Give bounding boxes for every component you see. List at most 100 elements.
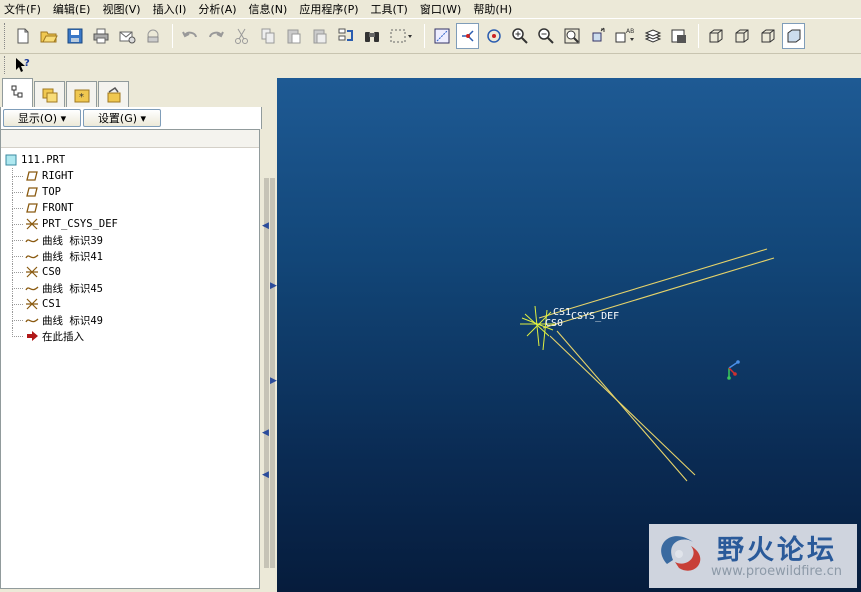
no-hidden-button[interactable] <box>756 23 779 49</box>
repaint-icon <box>434 28 449 44</box>
spin-center-icon <box>461 30 474 42</box>
paste-special-icon <box>313 29 326 44</box>
send-mail-button[interactable] <box>115 23 138 49</box>
tree-node-label: FRONT <box>42 202 74 214</box>
collapse-left-arrow-icon[interactable]: ◀ <box>262 428 269 438</box>
tree-node-curve-49[interactable]: 曲线 标识49 <box>1 312 259 328</box>
show-dropdown[interactable]: 显示(O) ▾ <box>3 109 81 127</box>
tree-node-label: CS1 <box>42 298 61 310</box>
tab-connections[interactable] <box>98 81 129 107</box>
menu-file[interactable]: 文件(F) <box>4 1 41 17</box>
repaint-button[interactable] <box>430 23 453 49</box>
hidden-line-button[interactable] <box>730 23 753 49</box>
orient-mode-button[interactable] <box>482 23 505 49</box>
tree-node-cs1[interactable]: CS1 <box>1 296 259 312</box>
layers-icon <box>644 29 661 43</box>
menu-insert[interactable]: 插入(I) <box>153 1 187 17</box>
model-graphics <box>520 248 775 482</box>
zoom-out-button[interactable] <box>534 23 557 49</box>
shading-button[interactable] <box>704 23 727 49</box>
reorient-button[interactable] <box>586 23 609 49</box>
splitter-bar[interactable] <box>270 178 275 568</box>
tree-node-curve-41[interactable]: 曲线 标识41 <box>1 248 259 264</box>
save-icon <box>67 28 82 44</box>
view-manager-button[interactable] <box>667 23 690 49</box>
menu-analysis[interactable]: 分析(A) <box>198 1 236 17</box>
scissors-icon <box>234 28 248 44</box>
new-file-button[interactable] <box>11 23 34 49</box>
open-folder-icon <box>40 31 58 43</box>
splitter-bar[interactable] <box>264 178 269 568</box>
watermark-url: www.proewildfire.cn <box>711 564 842 579</box>
watermark-title: 野火论坛 <box>717 535 837 566</box>
csys-icon <box>25 217 39 231</box>
tree-root-node[interactable]: 111.PRT <box>1 152 259 168</box>
tree-node-cs0[interactable]: CS0 <box>1 264 259 280</box>
tree-node-label: RIGHT <box>42 170 74 182</box>
saved-views-button[interactable]: AB <box>612 23 638 49</box>
collapse-left-arrow-icon[interactable]: ◀ <box>262 470 269 480</box>
hidden-line-cube-icon <box>735 29 748 43</box>
menu-tools[interactable]: 工具(T) <box>371 1 408 17</box>
toolbar-grip[interactable] <box>4 23 7 49</box>
settings-dropdown[interactable]: 设置(G) ▾ <box>83 109 161 127</box>
shade-mode-button[interactable] <box>782 23 805 49</box>
expand-right-arrow-icon[interactable]: ▶ <box>270 281 277 291</box>
regenerate-icon <box>338 28 353 41</box>
toolbar-separator <box>172 24 173 48</box>
forum-watermark: 野火论坛 www.proewildfire.cn <box>649 524 857 588</box>
open-file-button[interactable] <box>37 23 60 49</box>
part-icon <box>4 153 18 167</box>
toolbar-grip[interactable] <box>4 56 7 74</box>
menu-window[interactable]: 窗口(W) <box>420 1 461 17</box>
spin-center-button[interactable] <box>456 23 479 49</box>
tree-node-label: PRT_CSYS_DEF <box>42 218 118 230</box>
saved-views-icon: AB <box>615 28 634 43</box>
whats-this-button[interactable]: ? <box>11 55 34 75</box>
tree-node-curve-39[interactable]: 曲线 标识39 <box>1 232 259 248</box>
tab-folder-browser[interactable] <box>34 81 65 107</box>
paste-special-button[interactable] <box>308 23 331 49</box>
cut-button[interactable] <box>230 23 253 49</box>
tree-node-right[interactable]: RIGHT <box>1 168 259 184</box>
tree-node-curve-45[interactable]: 曲线 标识45 <box>1 280 259 296</box>
regenerate-button[interactable] <box>334 23 357 49</box>
layers-button[interactable] <box>641 23 664 49</box>
menu-info[interactable]: 信息(N) <box>249 1 288 17</box>
select-box-button[interactable] <box>386 23 416 49</box>
menu-applications[interactable]: 应用程序(P) <box>299 1 358 17</box>
graphics-viewport[interactable]: CS1 CS0 CSYS_DEF 野火论坛 www.proewildfire.c… <box>277 78 861 592</box>
menu-edit[interactable]: 编辑(E) <box>53 1 91 17</box>
tree-node-front[interactable]: FRONT <box>1 200 259 216</box>
print-button[interactable] <box>89 23 112 49</box>
panel-splitter[interactable]: ◀ ▶ ▶ ◀ ◀ <box>262 78 277 592</box>
zoom-in-button[interactable] <box>508 23 531 49</box>
watermark-logo-icon <box>661 536 701 571</box>
tab-favorites[interactable]: * <box>66 81 97 107</box>
curve-lower[interactable] <box>549 330 696 482</box>
expand-right-arrow-icon[interactable]: ▶ <box>270 376 277 386</box>
send-link-button[interactable] <box>141 23 164 49</box>
menu-view[interactable]: 视图(V) <box>102 1 140 17</box>
menu-help[interactable]: 帮助(H) <box>473 1 512 17</box>
save-button[interactable] <box>63 23 86 49</box>
tree-node-label: 曲线 标识45 <box>42 282 103 295</box>
wireframe-cube-icon <box>709 29 722 43</box>
tab-model-tree[interactable] <box>2 78 33 107</box>
undo-icon <box>181 31 197 38</box>
tree-node-prt-csys-def[interactable]: PRT_CSYS_DEF <box>1 216 259 232</box>
redo-button[interactable] <box>204 23 227 49</box>
tree-node-top[interactable]: TOP <box>1 184 259 200</box>
collapse-left-arrow-icon[interactable]: ◀ <box>262 221 269 231</box>
svg-text:AB: AB <box>626 28 634 35</box>
connections-icon <box>107 86 120 102</box>
find-button[interactable] <box>360 23 383 49</box>
tree-node-insert-here[interactable]: 在此插入 <box>1 328 259 344</box>
paste-button[interactable] <box>282 23 305 49</box>
insert-here-arrow-icon <box>25 329 39 343</box>
csys-icon <box>25 265 39 279</box>
copy-button[interactable] <box>256 23 279 49</box>
undo-button[interactable] <box>178 23 201 49</box>
csys-label-cs0: CS0 <box>545 318 564 329</box>
refit-button[interactable] <box>560 23 583 49</box>
